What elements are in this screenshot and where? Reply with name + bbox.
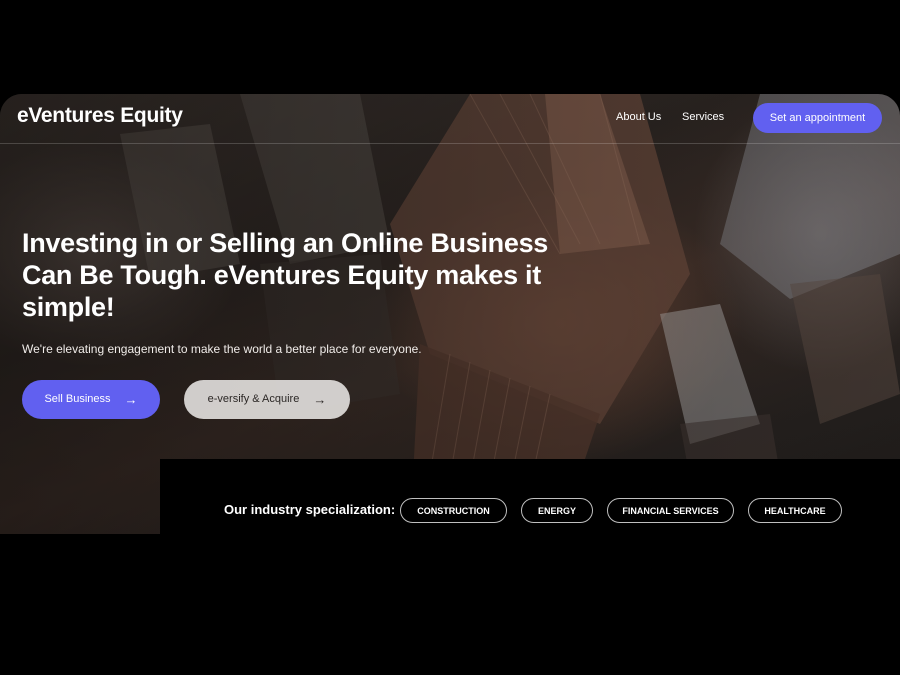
set-appointment-button[interactable]: Set an appointment (753, 103, 882, 133)
industry-chip-financial-services[interactable]: FINANCIAL SERVICES (607, 498, 734, 523)
brand-logo[interactable]: eVentures Equity (17, 104, 183, 128)
arrow-right-icon: → (313, 392, 327, 407)
industry-chip-construction[interactable]: CONSTRUCTION (400, 498, 507, 523)
nav-about-us[interactable]: About Us (616, 111, 661, 123)
industry-chip-healthcare[interactable]: HEALTHCARE (748, 498, 842, 523)
nav-services[interactable]: Services (682, 111, 724, 123)
sell-business-button[interactable]: Sell Business → (22, 380, 160, 419)
hero-subtext: We're elevating engagement to make the w… (22, 342, 422, 356)
eversify-acquire-label: e-versify & Acquire (207, 393, 300, 405)
sell-business-label: Sell Business (44, 393, 111, 405)
hero-headline: Investing in or Selling an Online Busine… (22, 228, 549, 322)
arrow-right-icon: → (124, 392, 138, 407)
header-divider (0, 143, 900, 144)
industry-specialization-bar: Our industry specialization: CONSTRUCTIO… (160, 459, 900, 534)
industry-chip-energy[interactable]: ENERGY (521, 498, 593, 523)
industry-label: Our industry specialization: (224, 502, 396, 517)
eversify-acquire-button[interactable]: e-versify & Acquire → (184, 380, 350, 419)
